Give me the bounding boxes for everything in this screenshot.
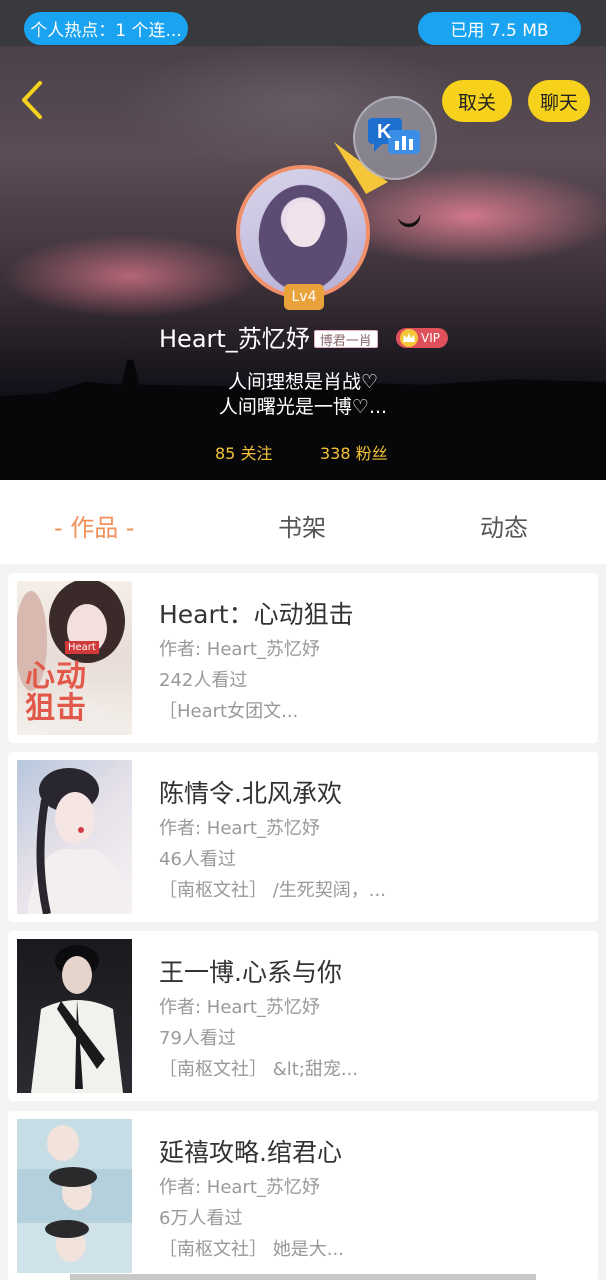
book-views: 242人看过 bbox=[159, 670, 248, 691]
cover-mini-label: Heart bbox=[65, 641, 99, 654]
level-text: Lv4 bbox=[291, 289, 317, 305]
avatar[interactable] bbox=[236, 165, 370, 299]
storage-chip[interactable]: 已用 7.5 MB bbox=[418, 12, 581, 45]
book-cover bbox=[17, 1119, 132, 1273]
cover-title: 心动 狙击 bbox=[25, 659, 87, 726]
hotspot-chip[interactable]: 个人热点：1 个连... bbox=[24, 12, 188, 45]
book-author: 作者: Heart_苏忆妤 bbox=[159, 997, 320, 1018]
chat-button[interactable]: 聊天 bbox=[528, 80, 590, 122]
back-button[interactable] bbox=[12, 78, 52, 122]
cover-art bbox=[27, 768, 129, 914]
book-author: 作者: Heart_苏忆妤 bbox=[159, 818, 320, 839]
book-views: 46人看过 bbox=[159, 849, 236, 870]
unfollow-button[interactable]: 取关 bbox=[442, 80, 512, 122]
nickname: Heart_苏忆妤 bbox=[159, 324, 310, 353]
book-cover: Heart 心动 狙击 bbox=[17, 581, 132, 735]
nickname-row: Heart_苏忆妤 博君一肖 bbox=[159, 318, 378, 354]
book-tags: ［南枢文社］ &lt;甜宠... bbox=[159, 1059, 359, 1080]
chevron-left-icon bbox=[22, 81, 42, 119]
bio: 人间理想是肖战♡ 人间曙光是一博♡... bbox=[0, 370, 606, 420]
book-tags: ［南枢文社］ 她是大... bbox=[159, 1239, 344, 1260]
vip-label: VIP bbox=[421, 331, 440, 345]
bio-line-1: 人间理想是肖战♡ bbox=[227, 371, 379, 393]
chat-bubble-chart-icon: K bbox=[368, 118, 420, 154]
chat-label: 聊天 bbox=[539, 91, 578, 114]
book-card[interactable]: 延禧攻略.绾君心 作者: Heart_苏忆妤 6万人看过 ［南枢文社］ 她是大.… bbox=[8, 1111, 598, 1280]
book-tags: ［南枢文社］ /生死契阔，... bbox=[159, 880, 386, 901]
book-cover bbox=[17, 939, 132, 1093]
moon-icon bbox=[398, 214, 421, 228]
book-cover bbox=[17, 760, 132, 914]
profile-tabs: - 作品 - 书架 动态 bbox=[0, 480, 606, 564]
name-sticker: 博君一肖 bbox=[313, 330, 378, 349]
book-title: 陈情令.北风承欢 bbox=[159, 779, 342, 808]
book-card[interactable]: 王一博.心系与你 作者: Heart_苏忆妤 79人看过 ［南枢文社］ &lt;… bbox=[8, 931, 598, 1101]
cover-art bbox=[17, 1119, 132, 1273]
book-views: 79人看过 bbox=[159, 1028, 236, 1049]
book-title: 延禧攻略.绾君心 bbox=[159, 1138, 342, 1167]
storage-text: 已用 7.5 MB bbox=[450, 21, 549, 41]
crown-icon bbox=[400, 329, 418, 347]
vip-badge[interactable]: VIP bbox=[396, 328, 448, 348]
k-badge[interactable]: K bbox=[353, 96, 437, 180]
avatar-face bbox=[286, 201, 322, 247]
tab-works[interactable]: - 作品 - bbox=[54, 508, 135, 543]
tab-bookshelf[interactable]: 书架 bbox=[278, 508, 326, 543]
profile-header: 取关 聊天 K Lv4 Heart_苏忆妤 博君一肖 VIP 人间理想是肖战♡ … bbox=[0, 46, 606, 480]
status-bar: 个人热点：1 个连... 已用 7.5 MB bbox=[0, 0, 606, 46]
book-title: 王一博.心系与你 bbox=[159, 958, 342, 987]
book-title: Heart：心动狙击 bbox=[159, 600, 354, 629]
cover-art bbox=[31, 945, 123, 1093]
book-tags: ［Heart女团文... bbox=[159, 701, 299, 722]
bio-line-2: 人间曙光是一博♡... bbox=[218, 396, 388, 418]
book-views: 6万人看过 bbox=[159, 1208, 243, 1229]
book-card[interactable]: Heart 心动 狙击 Heart：心动狙击 作者: Heart_苏忆妤 242… bbox=[8, 573, 598, 743]
bottom-scroll-strip bbox=[70, 1274, 536, 1280]
unfollow-label: 取关 bbox=[457, 91, 496, 114]
following-count[interactable]: 85 关注 bbox=[215, 440, 272, 464]
stats-row: 85 关注 338 粉丝 bbox=[0, 440, 606, 464]
book-card[interactable]: 陈情令.北风承欢 作者: Heart_苏忆妤 46人看过 ［南枢文社］ /生死契… bbox=[8, 752, 598, 922]
k-letter: K bbox=[377, 121, 392, 143]
book-author: 作者: Heart_苏忆妤 bbox=[159, 1177, 320, 1198]
hotspot-text: 个人热点：1 个连... bbox=[30, 21, 182, 41]
tab-activity[interactable]: 动态 bbox=[480, 508, 528, 543]
book-author: 作者: Heart_苏忆妤 bbox=[159, 639, 320, 660]
level-badge: Lv4 bbox=[284, 284, 324, 310]
fans-count[interactable]: 338 粉丝 bbox=[320, 440, 388, 464]
